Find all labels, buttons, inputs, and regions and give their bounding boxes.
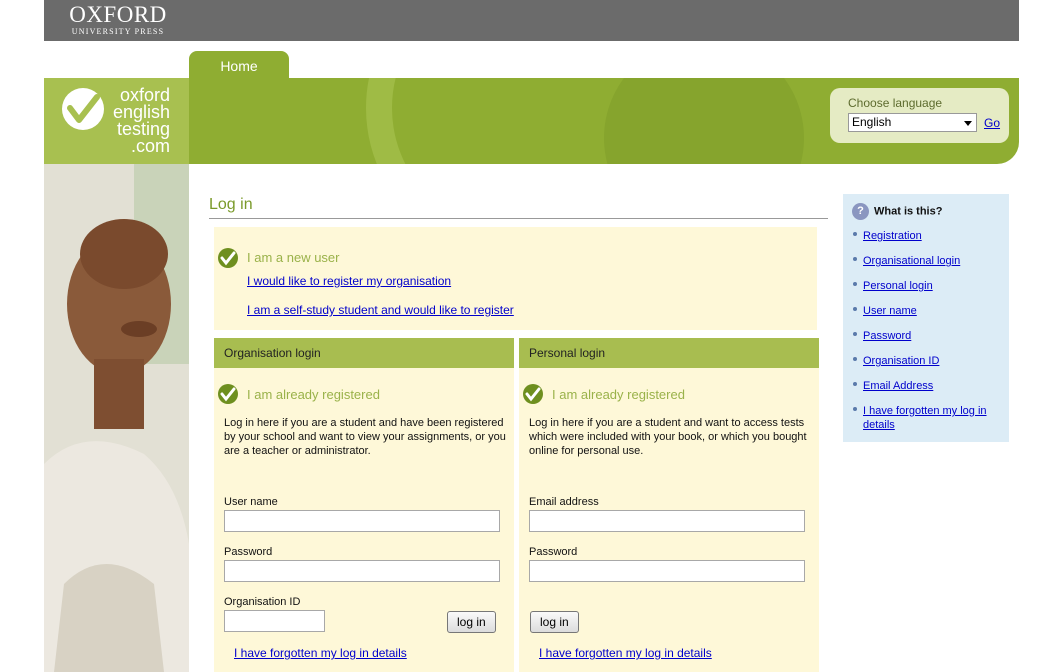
bullet-icon <box>853 332 857 336</box>
bullet-icon <box>853 232 857 236</box>
organisation-login-panel: Organisation login I am already register… <box>214 338 514 672</box>
register-self-study-link[interactable]: I am a self-study student and would like… <box>247 303 514 317</box>
list-item: Personal login <box>853 279 1003 293</box>
organisation-id-input[interactable] <box>224 610 325 632</box>
help-title: What is this? <box>874 205 943 218</box>
language-chooser: Choose language English Go <box>830 88 1009 143</box>
language-selected-value: English <box>852 115 892 129</box>
student-photo <box>44 164 189 672</box>
org-forgot-details-link[interactable]: I have forgotten my log in details <box>234 646 407 660</box>
panel-heading: Organisation login <box>214 338 514 368</box>
list-item: User name <box>853 304 1003 318</box>
checkmark-logo-icon <box>62 88 104 130</box>
list-item: Password <box>853 329 1003 343</box>
register-organisation-link[interactable]: I would like to register my organisation <box>247 274 451 288</box>
help-link-forgotten-details[interactable]: I have forgotten my log in details <box>863 405 987 431</box>
brand-line: .com <box>130 136 170 156</box>
oxford-english-testing-logo[interactable]: oxford english testing .com <box>44 78 189 164</box>
checkmark-icon <box>218 384 238 404</box>
help-link-organisational-login[interactable]: Organisational login <box>863 255 960 267</box>
panel-description: Log in here if you are a student and wan… <box>529 417 807 457</box>
personal-login-panel: Personal login I am already registered L… <box>519 338 819 672</box>
panel-description: Log in here if you are a student and hav… <box>224 417 506 457</box>
publisher-subtitle: UNIVERSITY PRESS <box>71 27 165 36</box>
tab-home[interactable]: Home <box>189 51 289 79</box>
language-select[interactable]: English <box>848 113 977 132</box>
bullet-icon <box>853 357 857 361</box>
password-label: Password <box>529 546 578 558</box>
username-input[interactable] <box>224 510 500 532</box>
page-title: Log in <box>209 196 253 213</box>
question-mark-icon: ? <box>852 203 869 220</box>
bullet-icon <box>853 407 857 411</box>
brand-wordmark: oxford english testing .com <box>108 86 170 156</box>
list-item: Organisational login <box>853 254 1003 268</box>
help-link-list: Registration Organisational login Person… <box>853 229 1003 443</box>
email-label: Email address <box>529 496 599 508</box>
personal-forgot-details-link[interactable]: I have forgotten my log in details <box>539 646 712 660</box>
help-link-email-address[interactable]: Email Address <box>863 380 933 392</box>
help-link-password[interactable]: Password <box>863 330 911 342</box>
new-user-box: I am a new user I would like to register… <box>214 227 817 330</box>
dropdown-arrow-icon <box>964 121 972 126</box>
new-user-heading: I am a new user <box>247 250 340 265</box>
list-item: Email Address <box>853 379 1003 393</box>
language-label: Choose language <box>848 96 943 110</box>
list-item: Organisation ID <box>853 354 1003 368</box>
language-go-link[interactable]: Go <box>984 116 1000 130</box>
bullet-icon <box>853 257 857 261</box>
publisher-name: OXFORD <box>69 2 167 27</box>
checkmark-icon <box>523 384 543 404</box>
banner-decoration <box>604 78 804 164</box>
help-link-user-name[interactable]: User name <box>863 305 917 317</box>
password-input[interactable] <box>224 560 500 582</box>
email-input[interactable] <box>529 510 805 532</box>
publisher-bar: OXFORD UNIVERSITY PRESS <box>44 0 1019 41</box>
password-label: Password <box>224 546 273 558</box>
help-link-organisation-id[interactable]: Organisation ID <box>863 355 939 367</box>
panel-heading: Personal login <box>519 338 819 368</box>
bullet-icon <box>853 282 857 286</box>
organisation-id-label: Organisation ID <box>224 596 301 608</box>
org-login-button[interactable]: log in <box>447 611 496 633</box>
checkmark-icon <box>218 248 238 268</box>
help-link-personal-login[interactable]: Personal login <box>863 280 933 292</box>
help-link-registration[interactable]: Registration <box>863 230 922 242</box>
bullet-icon <box>853 382 857 386</box>
personal-login-button[interactable]: log in <box>530 611 579 633</box>
help-heading: ? What is this? <box>852 203 942 220</box>
username-label: User name <box>224 496 278 508</box>
password-input[interactable] <box>529 560 805 582</box>
list-item: Registration <box>853 229 1003 243</box>
title-divider <box>209 218 828 219</box>
already-registered-heading: I am already registered <box>552 387 685 402</box>
help-box: ? What is this? Registration Organisation… <box>843 194 1009 442</box>
bullet-icon <box>853 307 857 311</box>
oxford-university-press-logo[interactable]: OXFORD UNIVERSITY PRESS <box>65 2 171 37</box>
already-registered-heading: I am already registered <box>247 387 380 402</box>
list-item: I have forgotten my log in details <box>853 404 1003 432</box>
